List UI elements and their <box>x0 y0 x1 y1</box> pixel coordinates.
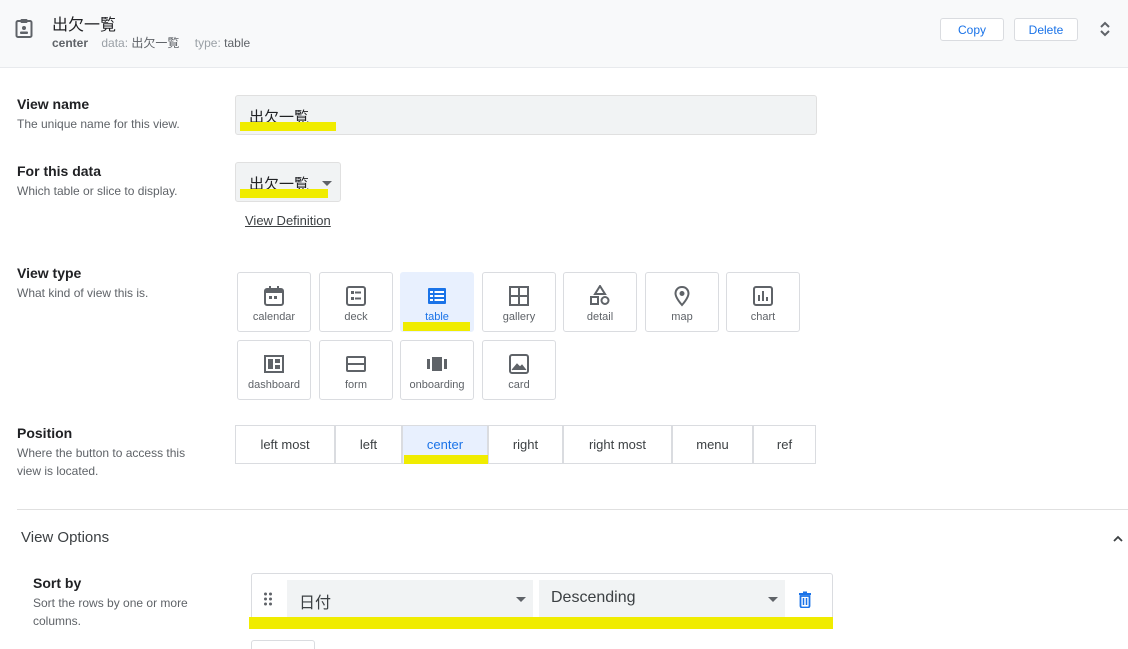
chevron-down-icon <box>768 597 778 602</box>
clipboard-icon <box>15 19 33 38</box>
expand-collapse-icon[interactable] <box>1098 20 1112 38</box>
calendar-icon <box>264 286 284 306</box>
highlight-mark <box>403 322 470 331</box>
position-description-line2: view is located. <box>17 464 99 478</box>
highlight-mark <box>404 455 488 464</box>
sort-by-description-line1: Sort the rows by one or more <box>33 596 188 610</box>
highlight-mark <box>249 617 833 629</box>
position-left[interactable]: left <box>335 425 402 464</box>
view-header: 出欠一覧 center data: 出欠一覧 type: table Copy … <box>0 0 1128 68</box>
view-type-option-label: dashboard <box>248 379 300 391</box>
sort-direction-value: Descending <box>551 589 636 606</box>
sort-by-label: Sort by <box>33 575 82 591</box>
form-icon <box>346 356 366 372</box>
meta-type-label: type: <box>194 36 221 50</box>
deck-icon <box>346 286 366 306</box>
copy-button[interactable]: Copy <box>940 18 1004 41</box>
view-type-gallery[interactable]: gallery <box>482 272 556 332</box>
image-icon <box>509 354 529 374</box>
view-type-label: View type <box>17 265 82 281</box>
view-type-option-label: gallery <box>502 311 536 323</box>
position-description-line1: Where the button to access this <box>17 446 186 460</box>
view-options-title[interactable]: View Options <box>21 529 109 546</box>
chevron-up-icon[interactable] <box>1112 533 1124 545</box>
for-this-data-description: Which table or slice to display. <box>17 184 178 198</box>
view-type-option-label: map <box>671 311 693 323</box>
map-pin-icon <box>674 285 690 307</box>
view-type-option-label: chart <box>750 311 776 323</box>
view-type-card[interactable]: card <box>482 340 556 400</box>
view-type-chart[interactable]: chart <box>726 272 800 332</box>
view-type-onboarding[interactable]: onboarding <box>400 340 474 400</box>
position-left-most[interactable]: left most <box>235 425 335 464</box>
position-right-most[interactable]: right most <box>563 425 672 464</box>
trash-icon[interactable] <box>797 591 813 608</box>
table-list-icon <box>428 288 446 304</box>
view-type-option-label: card <box>508 379 530 391</box>
view-type-deck[interactable]: deck <box>319 272 393 332</box>
delete-button[interactable]: Delete <box>1014 18 1078 41</box>
view-type-description: What kind of view this is. <box>17 286 149 300</box>
highlight-mark <box>240 189 328 198</box>
view-name-description: The unique name for this view. <box>17 117 180 131</box>
highlight-mark <box>240 122 336 131</box>
chevron-down-icon <box>322 181 332 186</box>
meta-data-value: 出欠一覧 <box>131 36 180 50</box>
meta-data-label: data: <box>101 36 129 50</box>
position-right[interactable]: right <box>488 425 563 464</box>
bar-chart-icon <box>753 286 773 306</box>
carousel-icon <box>427 357 447 371</box>
sort-column-value: 日付 <box>299 595 332 612</box>
shapes-icon <box>590 285 610 305</box>
sort-column-select[interactable]: 日付 <box>287 580 533 618</box>
view-type-option-label: calendar <box>252 311 296 323</box>
position-label: Position <box>17 425 73 441</box>
sort-direction-select[interactable]: Descending <box>539 580 785 618</box>
meta-position: center <box>52 36 89 50</box>
view-definition-link[interactable]: View Definition <box>245 213 331 228</box>
gallery-grid-icon <box>509 286 529 306</box>
position-ref[interactable]: ref <box>753 425 816 464</box>
view-type-option-label: detail <box>586 311 614 323</box>
view-type-dashboard[interactable]: dashboard <box>237 340 311 400</box>
add-sort-button[interactable] <box>251 640 315 649</box>
section-divider <box>17 509 1128 510</box>
view-type-detail[interactable]: detail <box>563 272 637 332</box>
dashboard-icon <box>264 355 284 373</box>
view-type-option-label: deck <box>344 311 368 323</box>
view-type-option-label: onboarding <box>409 379 465 391</box>
chevron-down-icon <box>516 597 526 602</box>
sort-by-description-line2: columns. <box>33 614 82 628</box>
view-meta: center data: 出欠一覧 type: table <box>52 34 262 51</box>
view-type-form[interactable]: form <box>319 340 393 400</box>
drag-handle-icon[interactable] <box>263 592 273 606</box>
meta-type-value: table <box>224 36 251 50</box>
view-type-map[interactable]: map <box>645 272 719 332</box>
view-type-calendar[interactable]: calendar <box>237 272 311 332</box>
view-type-option-label: form <box>345 379 367 391</box>
for-this-data-label: For this data <box>17 163 102 179</box>
view-name-label: View name <box>17 96 90 112</box>
position-menu[interactable]: menu <box>672 425 753 464</box>
view-title: 出欠一覧 <box>52 17 117 34</box>
